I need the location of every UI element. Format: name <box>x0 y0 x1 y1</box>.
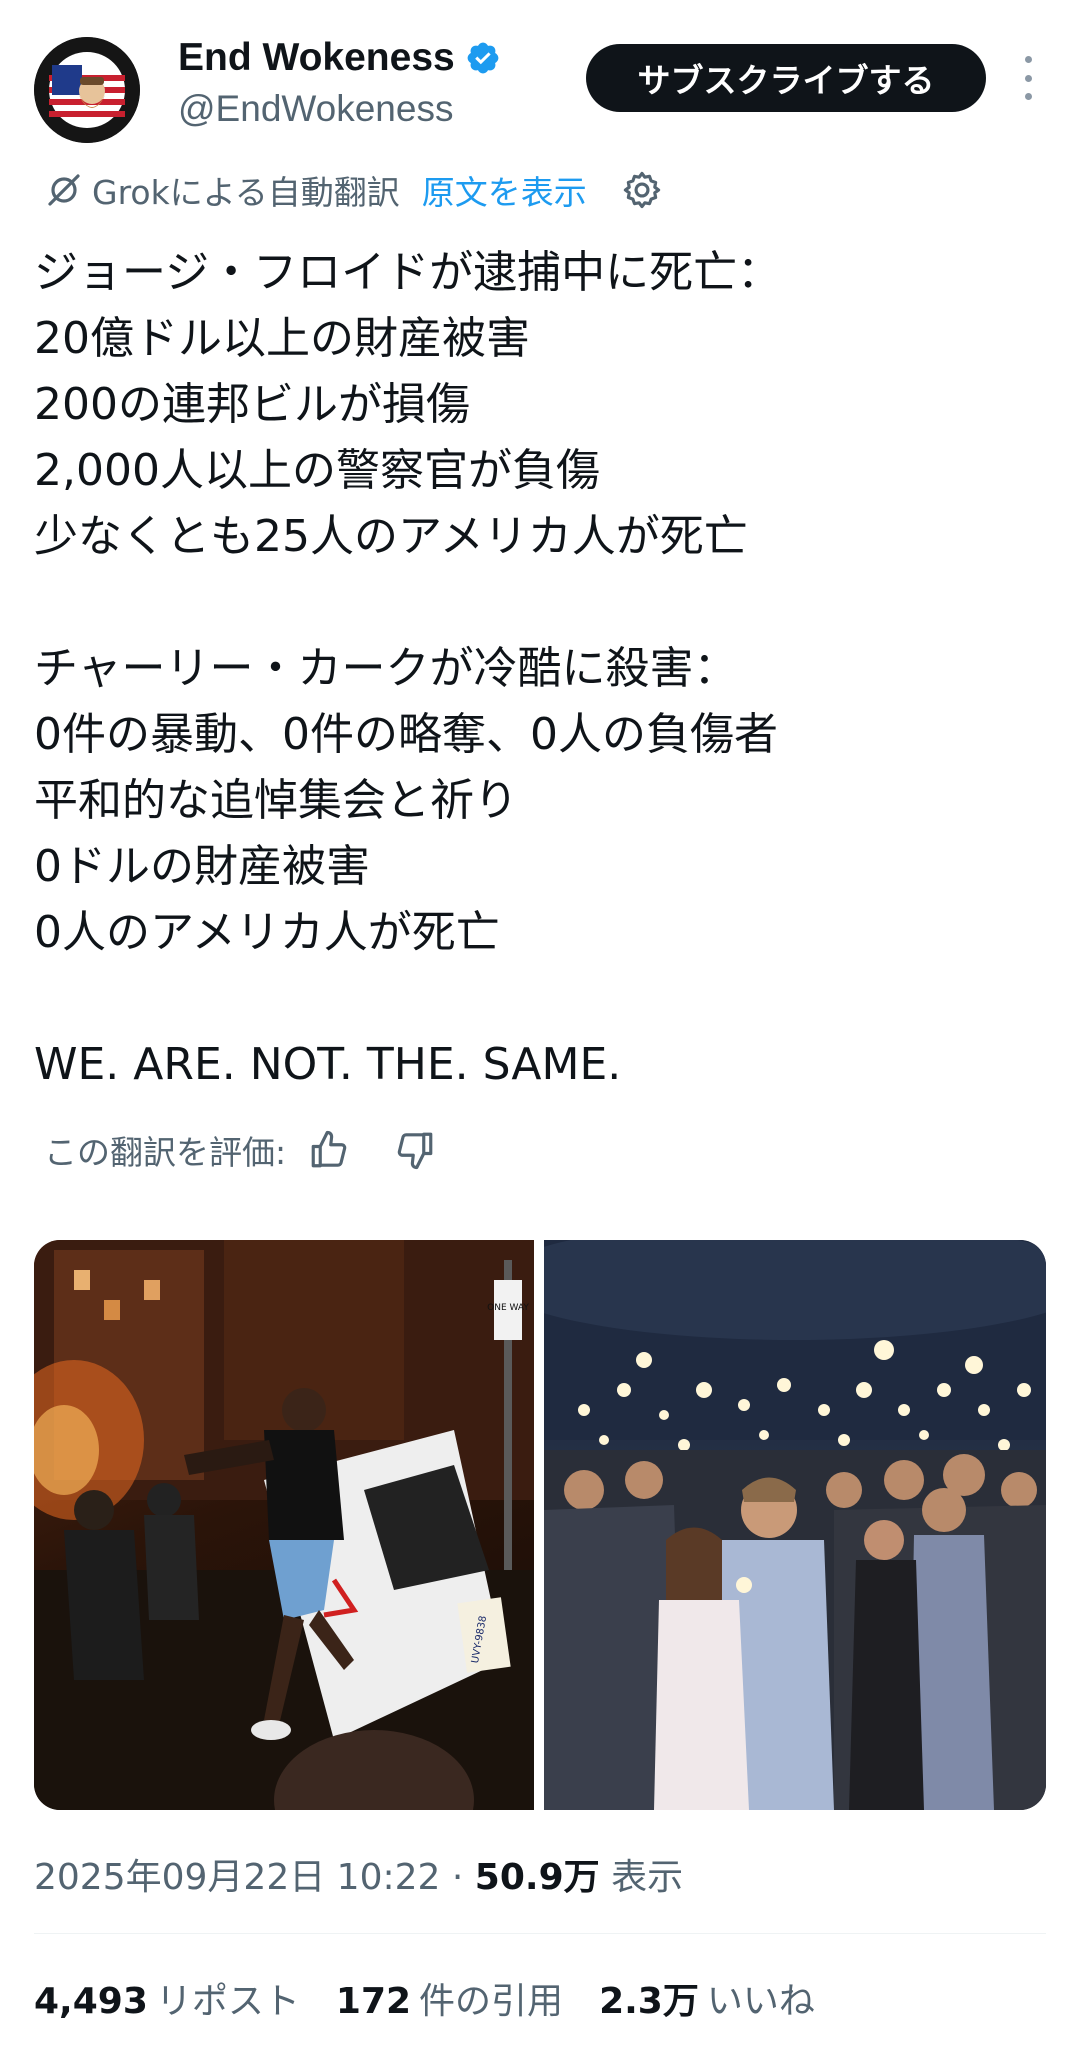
views-label: 表示 <box>611 1857 684 1898</box>
grok-icon <box>48 174 80 206</box>
show-original-link[interactable]: 原文を表示 <box>422 166 587 214</box>
translation-rating: この翻訳を評価: <box>44 1124 436 1176</box>
likes-stat[interactable]: 2.3万 いいね <box>599 1972 815 2024</box>
tweet-line: 0件の暴動、0件の略奪、0人の負傷者 <box>34 709 778 760</box>
media-grid: ONE WAY UVY-9838 <box>34 1240 1046 1810</box>
vigil-photo[interactable] <box>544 1240 1046 1810</box>
riot-photo[interactable]: ONE WAY UVY-9838 <box>34 1240 534 1810</box>
tweet-line: ジョージ・フロイドが逮捕中に死亡： <box>34 247 782 298</box>
author-handle[interactable]: @EndWokeness <box>178 88 453 130</box>
engagement-stats: 4,493 リポスト 172 件の引用 2.3万 いいね <box>34 1972 851 2024</box>
reposts-label: リポスト <box>155 1981 300 2022</box>
tweet-line-break <box>34 570 1044 636</box>
likes-label: いいね <box>706 1981 815 2022</box>
tweet-meta: 2025年09月22日 10:22 · 50.9万 表示 <box>34 1848 683 1900</box>
tweet-line: チャーリー・カークが冷酷に殺害： <box>34 643 738 694</box>
display-name[interactable]: End Wokeness <box>178 36 455 80</box>
one-way-sign: ONE WAY <box>487 1303 529 1313</box>
views-count: 50.9万 <box>474 1857 600 1898</box>
quotes-label: 件の引用 <box>419 1981 564 2022</box>
tweet-line-break <box>34 966 1044 1032</box>
meta-separator: · <box>451 1857 464 1898</box>
timestamp[interactable]: 2025年09月22日 10:22 <box>34 1857 440 1898</box>
likes-count: 2.3万 <box>599 1981 699 2022</box>
tweet-line: 200の連邦ビルが損傷 <box>34 379 470 430</box>
tweet-line: 0ドルの財産被害 <box>34 841 370 892</box>
author-name-row[interactable]: End Wokeness <box>178 36 501 80</box>
tweet-line: 0人のアメリカ人が死亡 <box>34 907 500 958</box>
tweet-header: End Wokeness @EndWokeness サブスクライブする <box>0 0 1080 170</box>
reposts-count: 4,493 <box>34 1981 148 2022</box>
reposts-stat[interactable]: 4,493 リポスト <box>34 1972 300 2024</box>
tweet-text: ジョージ・フロイドが逮捕中に死亡： 20億ドル以上の財産被害 200の連邦ビルが… <box>34 240 1044 1098</box>
translation-source-label: Grokによる自動翻訳 <box>92 173 400 212</box>
quotes-count: 172 <box>335 1981 412 2022</box>
tweet-line: 2,000人以上の警察官が負傷 <box>34 445 600 496</box>
gear-icon[interactable] <box>621 169 663 211</box>
thumbs-up-icon[interactable] <box>308 1129 350 1171</box>
translation-bar: Grokによる自動翻訳 原文を表示 <box>44 166 663 214</box>
tweet-line: 少なくとも25人のアメリカ人が死亡 <box>34 511 748 562</box>
quotes-stat[interactable]: 172 件の引用 <box>336 1972 563 2024</box>
tweet-line: WE. ARE. NOT. THE. SAME. <box>34 1039 622 1090</box>
tweet-line: 平和的な追悼集会と祈り <box>34 775 518 826</box>
avatar[interactable] <box>34 37 140 143</box>
subscribe-button[interactable]: サブスクライブする <box>586 44 986 112</box>
more-vertical-icon[interactable] <box>1016 56 1040 100</box>
divider <box>34 1933 1046 1934</box>
verified-badge-icon <box>467 42 499 74</box>
thumbs-down-icon[interactable] <box>394 1129 436 1171</box>
tweet-line: 20億ドル以上の財産被害 <box>34 313 530 364</box>
rating-label: この翻訳を評価: <box>44 1133 287 1172</box>
